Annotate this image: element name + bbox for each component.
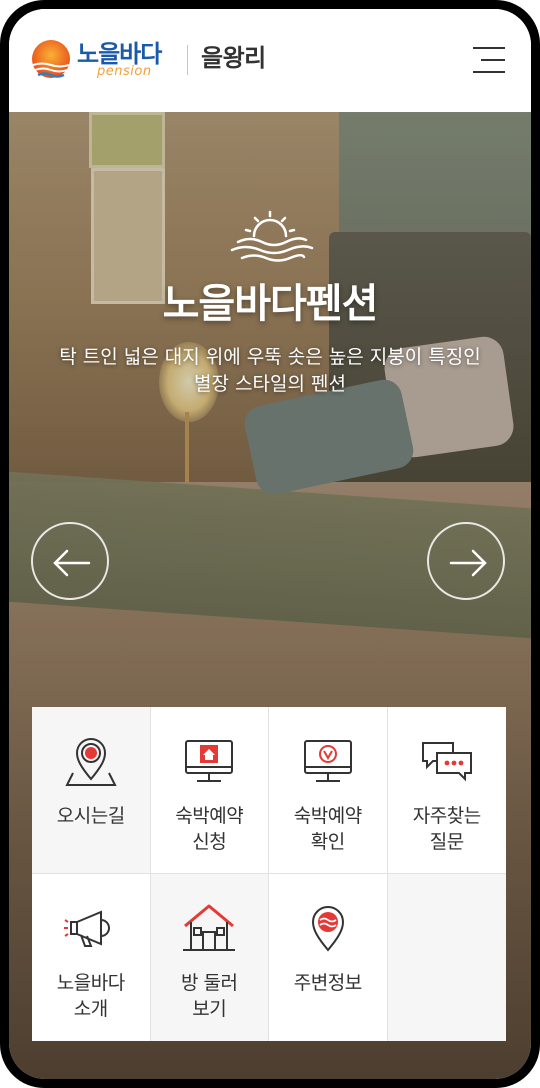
quick-menu-directions[interactable]: 오시는길 bbox=[32, 707, 151, 874]
quick-menu-nearby[interactable]: 주변정보 bbox=[269, 874, 388, 1041]
logo-subtext: pension bbox=[97, 64, 152, 79]
quick-menu-room-tour[interactable]: 방 둘러 보기 bbox=[150, 874, 269, 1041]
monitor-check-icon bbox=[303, 740, 352, 782]
menu-bar-top bbox=[473, 47, 505, 49]
location-name: 을왕리 bbox=[201, 44, 266, 72]
monitor-home-icon bbox=[185, 740, 234, 782]
screen: 노을바다 pension 을왕리 노을바다펜션 탁 트인 넓은 대지 위에 우뚝… bbox=[9, 9, 531, 1079]
site-logo[interactable]: 노을바다 pension bbox=[31, 39, 181, 83]
megaphone-icon bbox=[63, 910, 110, 947]
hero-description: 탁 트인 넓은 대지 위에 우뚝 솟은 높은 지붕이 특징인 별장 스타일의 펜… bbox=[59, 346, 481, 395]
menu-bar-bottom bbox=[473, 71, 505, 73]
location-waves-icon bbox=[311, 906, 344, 952]
site-header: 노을바다 pension 을왕리 bbox=[9, 9, 531, 112]
quick-menu-grid: 오시는길 숙박예약 신청 숙박예약 확인 자주찾는 질문 노을바다 소개 방 둘… bbox=[32, 707, 506, 1041]
device-frame: 노을바다 pension 을왕리 노을바다펜션 탁 트인 넓은 대지 위에 우뚝… bbox=[0, 0, 540, 1088]
quick-menu-label: 숙박예약 신청 bbox=[175, 805, 244, 853]
hamburger-menu-icon[interactable] bbox=[471, 45, 505, 75]
quick-menu-about[interactable]: 노을바다 소개 bbox=[32, 874, 151, 1041]
house-icon bbox=[183, 904, 236, 951]
quick-menu-faq[interactable]: 자주찾는 질문 bbox=[387, 707, 506, 874]
map-pin-icon bbox=[65, 738, 117, 786]
arrow-right-icon bbox=[449, 549, 487, 577]
quick-menu-empty bbox=[387, 874, 506, 1041]
quick-menu-label: 숙박예약 확인 bbox=[293, 805, 362, 853]
slider-prev-button[interactable] bbox=[31, 522, 109, 600]
header-divider bbox=[187, 45, 188, 75]
menu-bar-middle bbox=[481, 59, 505, 61]
slider-next-button[interactable] bbox=[427, 522, 505, 600]
quick-menu-label: 방 둘러 보기 bbox=[181, 972, 238, 1020]
quick-menu-label: 오시는길 bbox=[56, 805, 125, 827]
sunset-logo-icon bbox=[32, 40, 70, 78]
arrow-left-icon bbox=[53, 549, 91, 577]
quick-menu-label: 자주찾는 질문 bbox=[412, 805, 481, 853]
hero-title: 노을바다펜션 bbox=[162, 281, 379, 327]
chat-bubbles-icon bbox=[421, 742, 472, 782]
quick-menu-booking-check[interactable]: 숙박예약 확인 bbox=[269, 707, 388, 874]
quick-menu-label: 노을바다 소개 bbox=[56, 972, 125, 1020]
quick-menu-booking-request[interactable]: 숙박예약 신청 bbox=[150, 707, 269, 874]
quick-menu-label: 주변정보 bbox=[293, 972, 362, 994]
sunset-waves-icon bbox=[230, 210, 314, 262]
